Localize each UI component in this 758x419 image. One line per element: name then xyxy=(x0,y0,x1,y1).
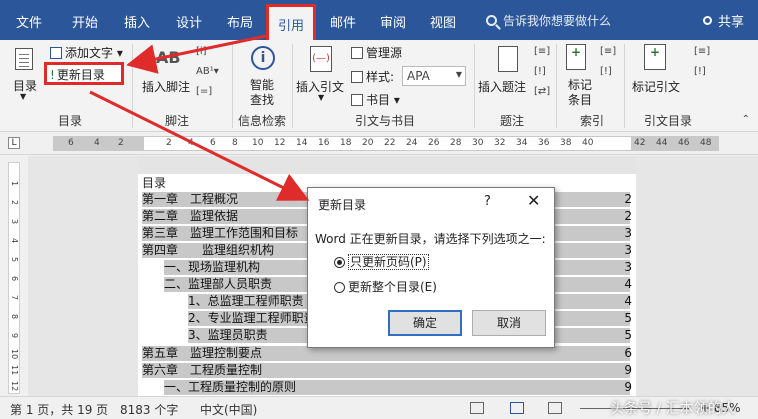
dialog-prompt: Word 正在更新目录，请选择下列选项之一: xyxy=(315,232,546,246)
tab-design[interactable]: 设计 xyxy=(176,12,202,31)
refresh-icon: ! xyxy=(50,68,55,82)
tab-home[interactable]: 开始 xyxy=(72,12,98,31)
chevron-down-icon: ▼ xyxy=(20,92,27,101)
toa-group-label: 引文目录 xyxy=(644,114,693,128)
web-layout-icon[interactable] xyxy=(548,402,562,414)
chevron-down-icon: ▼ xyxy=(455,70,462,79)
toc-line[interactable]: 第五章 监理控制要点 6 xyxy=(142,346,632,361)
person-icon xyxy=(702,16,712,25)
tab-mailings[interactable]: 邮件 xyxy=(330,12,356,31)
tab-selector[interactable]: L xyxy=(8,137,20,149)
mark-entry-button[interactable]: 标记 条目 xyxy=(568,78,592,108)
radio-selected[interactable] xyxy=(334,257,345,268)
footnote-group-label: 脚注 xyxy=(165,114,190,128)
toc-line[interactable]: 一、工程质量控制的原则 9 xyxy=(164,380,632,395)
language[interactable]: 中文(中国) xyxy=(200,401,257,418)
smart-lookup-icon: i xyxy=(251,46,275,70)
insert-caption-icon xyxy=(498,46,518,72)
ribbon: 目录 ▼ 添加文字 ▾ ! 更新目录 目录 AB [i] AB¹▾ [=] 插入脚… xyxy=(0,40,758,132)
style-label: 样式: xyxy=(351,68,394,85)
toc-line[interactable]: 第六章 工程质量控制 9 xyxy=(142,363,632,378)
mark-citation-icon: + xyxy=(644,44,666,70)
index-group-label: 索引 xyxy=(580,114,605,128)
citations-group-label: 引文与书目 xyxy=(355,114,416,128)
radio-unselected[interactable] xyxy=(334,282,345,293)
tab-view[interactable]: 视图 xyxy=(430,12,456,31)
search-icon xyxy=(486,15,497,26)
captions-group-label: 题注 xyxy=(500,114,525,128)
update-entire-table-option[interactable]: 更新整个目录(E) xyxy=(334,278,437,295)
manage-sources-icon xyxy=(351,47,363,59)
insert-citation-icon: (—) xyxy=(310,46,332,72)
style-icon xyxy=(351,71,363,83)
close-icon[interactable]: ✕ xyxy=(527,191,540,210)
horizontal-ruler[interactable]: L 6 4 2 2 4 6 8 10 12 14 16 18 20 22 24 … xyxy=(0,133,758,155)
insert-index-icon[interactable]: [≡] xyxy=(600,46,616,57)
dialog-title: 更新目录 xyxy=(318,198,367,212)
option-label: 更新整个目录(E) xyxy=(348,280,437,294)
tab-references[interactable]: 引用 xyxy=(266,4,317,40)
tell-me-text: 告诉我你想要做什么 xyxy=(503,14,612,28)
info-group-label: 信息检索 xyxy=(238,114,287,128)
tab-file[interactable]: 文件 xyxy=(16,12,42,31)
mark-citation-button[interactable]: 标记引文 xyxy=(632,78,680,95)
cross-reference-icon[interactable]: [⇄] xyxy=(534,86,550,97)
update-table-icon[interactable]: [!] xyxy=(534,66,546,77)
tab-layout[interactable]: 布局 xyxy=(227,12,253,31)
insert-toa-icon[interactable]: [≡] xyxy=(694,46,710,57)
citation-style-value: APA xyxy=(407,69,430,83)
tell-me-box[interactable]: 告诉我你想要做什么 xyxy=(486,12,611,29)
add-text-icon xyxy=(50,47,62,59)
update-toa-icon[interactable]: [!] xyxy=(694,66,706,77)
citation-style-select[interactable]: APA ▼ xyxy=(402,66,466,86)
insert-footnote-button[interactable]: 插入脚注 xyxy=(142,78,190,95)
tab-insert[interactable]: 插入 xyxy=(124,12,150,31)
option-label: 只更新页码(P) xyxy=(348,254,429,270)
ok-button[interactable]: 确定 xyxy=(388,310,462,336)
manage-sources-button[interactable]: 管理源 xyxy=(351,44,402,61)
share-button[interactable]: 共享 xyxy=(702,11,744,30)
add-text-button[interactable]: 添加文字 ▾ xyxy=(50,44,123,61)
word-count[interactable]: 8183 个字 xyxy=(120,401,178,418)
ribbon-tab-bar: 文件 开始 插入 设计 布局 引用 邮件 审阅 视图 告诉我你想要做什么 共享 xyxy=(0,0,758,40)
tab-review[interactable]: 审阅 xyxy=(380,12,406,31)
update-index-icon[interactable]: [!] xyxy=(600,66,612,77)
bibliography-button[interactable]: 书目 ▾ xyxy=(351,91,400,108)
mark-entry-icon: + xyxy=(566,44,586,70)
ruler-strip: 6 4 2 2 4 6 8 10 12 14 16 18 20 22 24 26… xyxy=(53,136,719,151)
help-button[interactable]: ? xyxy=(484,194,491,209)
insert-caption-button[interactable]: 插入题注 xyxy=(478,78,526,95)
collapse-ribbon-icon[interactable]: ⌃ xyxy=(742,114,750,125)
cancel-button[interactable]: 取消 xyxy=(472,310,546,336)
bibliography-icon xyxy=(351,94,363,106)
next-footnote-icon[interactable]: AB¹▾ xyxy=(196,66,219,77)
watermark: 头条号 / 汇本领的人 xyxy=(610,401,736,417)
smart-lookup-button[interactable]: 智能 查找 xyxy=(250,78,274,108)
page-count[interactable]: 第 1 页，共 19 页 xyxy=(10,401,108,418)
update-toc-button[interactable]: ! 更新目录 xyxy=(44,62,124,85)
update-toc-dialog: 更新目录 ? ✕ Word 正在更新目录，请选择下列选项之一: 只更新页码(P)… xyxy=(307,187,555,348)
insert-tof-icon[interactable]: [≡] xyxy=(534,46,550,57)
share-label: 共享 xyxy=(717,15,744,30)
print-layout-icon[interactable] xyxy=(510,402,524,414)
vertical-ruler: 1 2 3 4 5 6 7 8 9 10 11 12 xyxy=(8,162,20,394)
toc-title: 目录 xyxy=(142,176,167,190)
toc-group-label: 目录 xyxy=(58,114,83,128)
insert-endnote-icon[interactable]: [i] xyxy=(196,46,207,57)
update-toc-label: 更新目录 xyxy=(56,68,105,82)
update-page-numbers-option[interactable]: 只更新页码(P) xyxy=(334,253,429,270)
read-mode-icon[interactable] xyxy=(470,402,484,414)
show-notes-icon[interactable]: [=] xyxy=(196,86,212,97)
footnote-icon: AB xyxy=(156,48,181,67)
chevron-down-icon: ▼ xyxy=(318,93,325,102)
